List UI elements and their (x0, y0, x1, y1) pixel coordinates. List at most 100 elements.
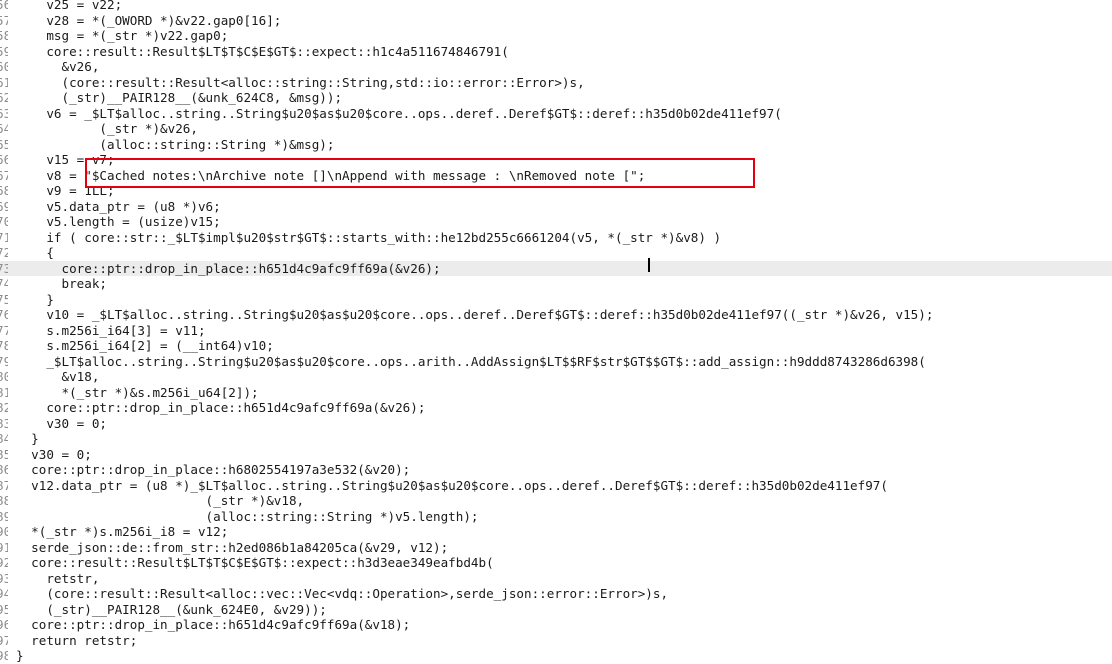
code-line[interactable]: 92 core::result::Result$LT$T$C$E$GT$::ex… (0, 555, 1112, 571)
code-text: core::result::Result$LT$T$C$E$GT$::expec… (16, 43, 509, 59)
code-line[interactable]: 76 v10 = _$LT$alloc..string..String$u20$… (0, 307, 1112, 323)
code-text: core::ptr::drop_in_place::h651d4c9afc9ff… (16, 260, 441, 276)
code-text: } (16, 291, 54, 307)
line-number: 91 (0, 539, 8, 555)
code-line[interactable]: 94 (core::result::Result<alloc::vec::Vec… (0, 586, 1112, 602)
code-text: v28 = *(_OWORD *)&v22.gap0[16]; (16, 12, 282, 28)
code-text: core::ptr::drop_in_place::h6802554197a3e… (16, 462, 411, 477)
line-number: 66 (0, 152, 8, 167)
code-text: (core::result::Result<alloc::vec::Vec<vd… (16, 586, 669, 601)
code-text: s.m256i_i64[3] = v11; (16, 322, 206, 338)
code-text: s.m256i_i64[2] = (__int64)v10; (16, 338, 274, 353)
code-line[interactable]: 85 v30 = 0; (0, 447, 1112, 463)
line-number: 86 (0, 462, 8, 477)
code-text: (_str *)&v18, (16, 493, 305, 508)
code-line[interactable]: 78 s.m256i_i64[2] = (__int64)v10; (0, 338, 1112, 354)
code-line[interactable]: 72 { (0, 245, 1112, 261)
line-number: 88 (0, 493, 8, 508)
line-number: 82 (0, 400, 8, 415)
code-line[interactable]: 97 return retstr; (0, 633, 1112, 649)
code-text: return retstr; (16, 632, 138, 648)
line-number: 79 (0, 353, 8, 369)
line-number: 75 (0, 291, 8, 307)
code-line[interactable]: 69 v5.data_ptr = (u8 *)v6; (0, 199, 1112, 215)
code-line[interactable]: 93 retstr, (0, 571, 1112, 587)
code-line[interactable]: 75 } (0, 292, 1112, 308)
code-line[interactable]: 89 (alloc::string::String *)v5.length); (0, 509, 1112, 525)
code-text: } (16, 648, 24, 663)
code-line[interactable]: 86 core::ptr::drop_in_place::h6802554197… (0, 462, 1112, 478)
code-text: core::ptr::drop_in_place::h651d4c9afc9ff… (16, 400, 426, 415)
code-line[interactable]: 57 v28 = *(_OWORD *)&v22.gap0[16]; (0, 13, 1112, 29)
code-line[interactable]: 59 core::result::Result$LT$T$C$E$GT$::ex… (0, 44, 1112, 60)
line-number: 61 (0, 74, 8, 90)
code-text: &v26, (16, 59, 100, 74)
code-line[interactable]: 82 core::ptr::drop_in_place::h651d4c9afc… (0, 400, 1112, 416)
line-number: 63 (0, 105, 8, 121)
line-number: 81 (0, 384, 8, 400)
code-line[interactable]: 64 (_str *)&v26, (0, 121, 1112, 137)
line-number: 70 (0, 214, 8, 229)
line-number: 94 (0, 586, 8, 601)
line-number: 68 (0, 183, 8, 198)
code-text: v5.length = (usize)v15; (16, 214, 221, 229)
code-text: { (16, 245, 54, 260)
text-cursor (648, 258, 650, 272)
line-number: 95 (0, 601, 8, 617)
code-line[interactable]: 79 _$LT$alloc..string..String$u20$as$u20… (0, 354, 1112, 370)
code-line[interactable]: 62 (_str)__PAIR128__(&unk_624C8, &msg)); (0, 90, 1112, 106)
code-line[interactable]: 77 s.m256i_i64[3] = v11; (0, 323, 1112, 339)
line-number: 85 (0, 446, 8, 462)
line-number: 58 (0, 28, 8, 43)
code-line[interactable]: 61 (core::result::Result<alloc::string::… (0, 75, 1112, 91)
code-line[interactable]: 58 msg = *(_str *)v22.gap0; (0, 28, 1112, 44)
code-text: (alloc::string::String *)&msg); (16, 136, 335, 152)
line-number: 80 (0, 369, 8, 384)
code-text: v12.data_ptr = (u8 *)_$LT$alloc..string.… (16, 477, 888, 493)
line-number: 67 (0, 167, 8, 183)
line-number: 92 (0, 555, 8, 570)
line-number: 62 (0, 90, 8, 105)
code-text: v6 = _$LT$alloc..string..String$u20$as$u… (16, 105, 782, 121)
code-line[interactable]: 81 *(_str *)&s.m256i_u64[2]); (0, 385, 1112, 401)
code-text: msg = *(_str *)v22.gap0; (16, 28, 229, 43)
line-number: 56 (0, 0, 8, 12)
line-number: 87 (0, 477, 8, 493)
code-line[interactable]: 90 *(_str *)s.m256i_i8 = v12; (0, 524, 1112, 540)
code-text: break; (16, 276, 107, 291)
code-line[interactable]: 80 &v18, (0, 369, 1112, 385)
code-line[interactable]: 96 core::ptr::drop_in_place::h651d4c9afc… (0, 617, 1112, 633)
line-number: 57 (0, 12, 8, 28)
code-line[interactable]: 73 core::ptr::drop_in_place::h651d4c9afc… (0, 260, 1112, 276)
code-text: serde_json::de::from_str::h2ed086b1a8420… (16, 539, 449, 555)
code-text: retstr, (16, 570, 100, 586)
code-text: &v18, (16, 369, 100, 384)
code-text: (_str)__PAIR128__(&unk_624E0, &v29)); (16, 601, 327, 617)
code-line[interactable]: 60 &v26, (0, 59, 1112, 75)
code-text: v30 = 0; (16, 446, 92, 462)
code-line[interactable]: 65 (alloc::string::String *)&msg); (0, 137, 1112, 153)
line-number: 69 (0, 198, 8, 214)
line-number: 84 (0, 431, 8, 446)
code-line[interactable]: 63 v6 = _$LT$alloc..string..String$u20$a… (0, 106, 1112, 122)
line-number: 64 (0, 121, 8, 136)
code-line[interactable]: 95 (_str)__PAIR128__(&unk_624E0, &v29)); (0, 602, 1112, 618)
code-line[interactable]: 98} (0, 648, 1112, 664)
code-line[interactable]: 74 break; (0, 276, 1112, 292)
code-line[interactable]: 91 serde_json::de::from_str::h2ed086b1a8… (0, 540, 1112, 556)
code-text: *(_str *)s.m256i_i8 = v12; (16, 524, 229, 539)
pseudocode-view[interactable]: 98}97 return retstr;96 core::ptr::drop_i… (0, 0, 1112, 663)
line-number: 71 (0, 229, 8, 245)
code-line[interactable]: 88 (_str *)&v18, (0, 493, 1112, 509)
code-text: (_str *)&v26, (16, 121, 198, 136)
line-number: 76 (0, 307, 8, 322)
code-text: if ( core::str::_$LT$impl$u20$str$GT$::s… (16, 229, 722, 245)
highlight-box (85, 158, 755, 188)
code-line[interactable]: 87 v12.data_ptr = (u8 *)_$LT$alloc..stri… (0, 478, 1112, 494)
line-number: 93 (0, 570, 8, 586)
code-line[interactable]: 70 v5.length = (usize)v15; (0, 214, 1112, 230)
code-line[interactable]: 84 } (0, 431, 1112, 447)
code-line[interactable]: 71 if ( core::str::_$LT$impl$u20$str$GT$… (0, 230, 1112, 246)
code-line[interactable]: 56 v25 = v22; (0, 0, 1112, 13)
code-line[interactable]: 83 v30 = 0; (0, 416, 1112, 432)
